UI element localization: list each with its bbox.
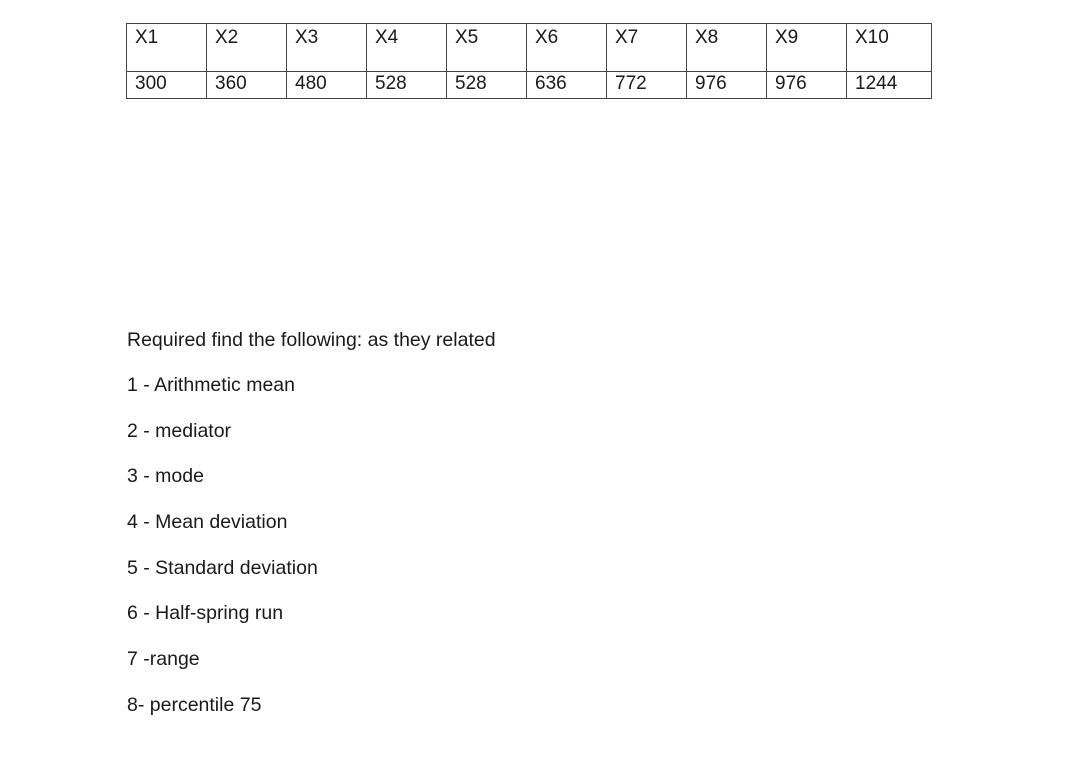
instructions-heading: Required find the following: as they rel…: [127, 329, 496, 351]
header-cell: X6: [526, 23, 607, 72]
header-cell: X1: [126, 23, 207, 72]
value-cell: 528: [366, 71, 447, 99]
list-item: 2 - mediator: [127, 420, 232, 442]
value-cell: 772: [606, 71, 687, 99]
value-cell: 1244: [846, 71, 932, 99]
list-item: 4 - Mean deviation: [127, 511, 288, 533]
value-cell: 976: [766, 71, 847, 99]
header-cell: X7: [606, 23, 687, 72]
header-cell: X3: [286, 23, 367, 72]
header-cell: X8: [686, 23, 767, 72]
value-cell: 480: [286, 71, 367, 99]
value-cell: 636: [526, 71, 607, 99]
data-table: X1 X2 X3 X4 X5 X6 X7 X8 X9 X10 300 360 4…: [126, 23, 932, 99]
value-cell: 528: [446, 71, 527, 99]
list-item: 3 - mode: [127, 465, 204, 487]
header-cell: X10: [846, 23, 932, 72]
list-item: 7 -range: [127, 648, 200, 670]
header-cell: X9: [766, 23, 847, 72]
list-item: 5 - Standard deviation: [127, 557, 318, 579]
list-item: 6 - Half-spring run: [127, 602, 284, 624]
header-cell: X5: [446, 23, 527, 72]
list-item: 8- percentile 75: [127, 694, 262, 716]
header-cell: X2: [206, 23, 287, 72]
value-cell: 360: [206, 71, 287, 99]
value-cell: 976: [686, 71, 767, 99]
table-header-row: X1 X2 X3 X4 X5 X6 X7 X8 X9 X10: [126, 23, 932, 72]
value-cell: 300: [126, 71, 207, 99]
header-cell: X4: [366, 23, 447, 72]
list-item: 1 - Arithmetic mean: [127, 374, 295, 396]
table-row: 300 360 480 528 528 636 772 976 976 1244: [126, 71, 932, 99]
